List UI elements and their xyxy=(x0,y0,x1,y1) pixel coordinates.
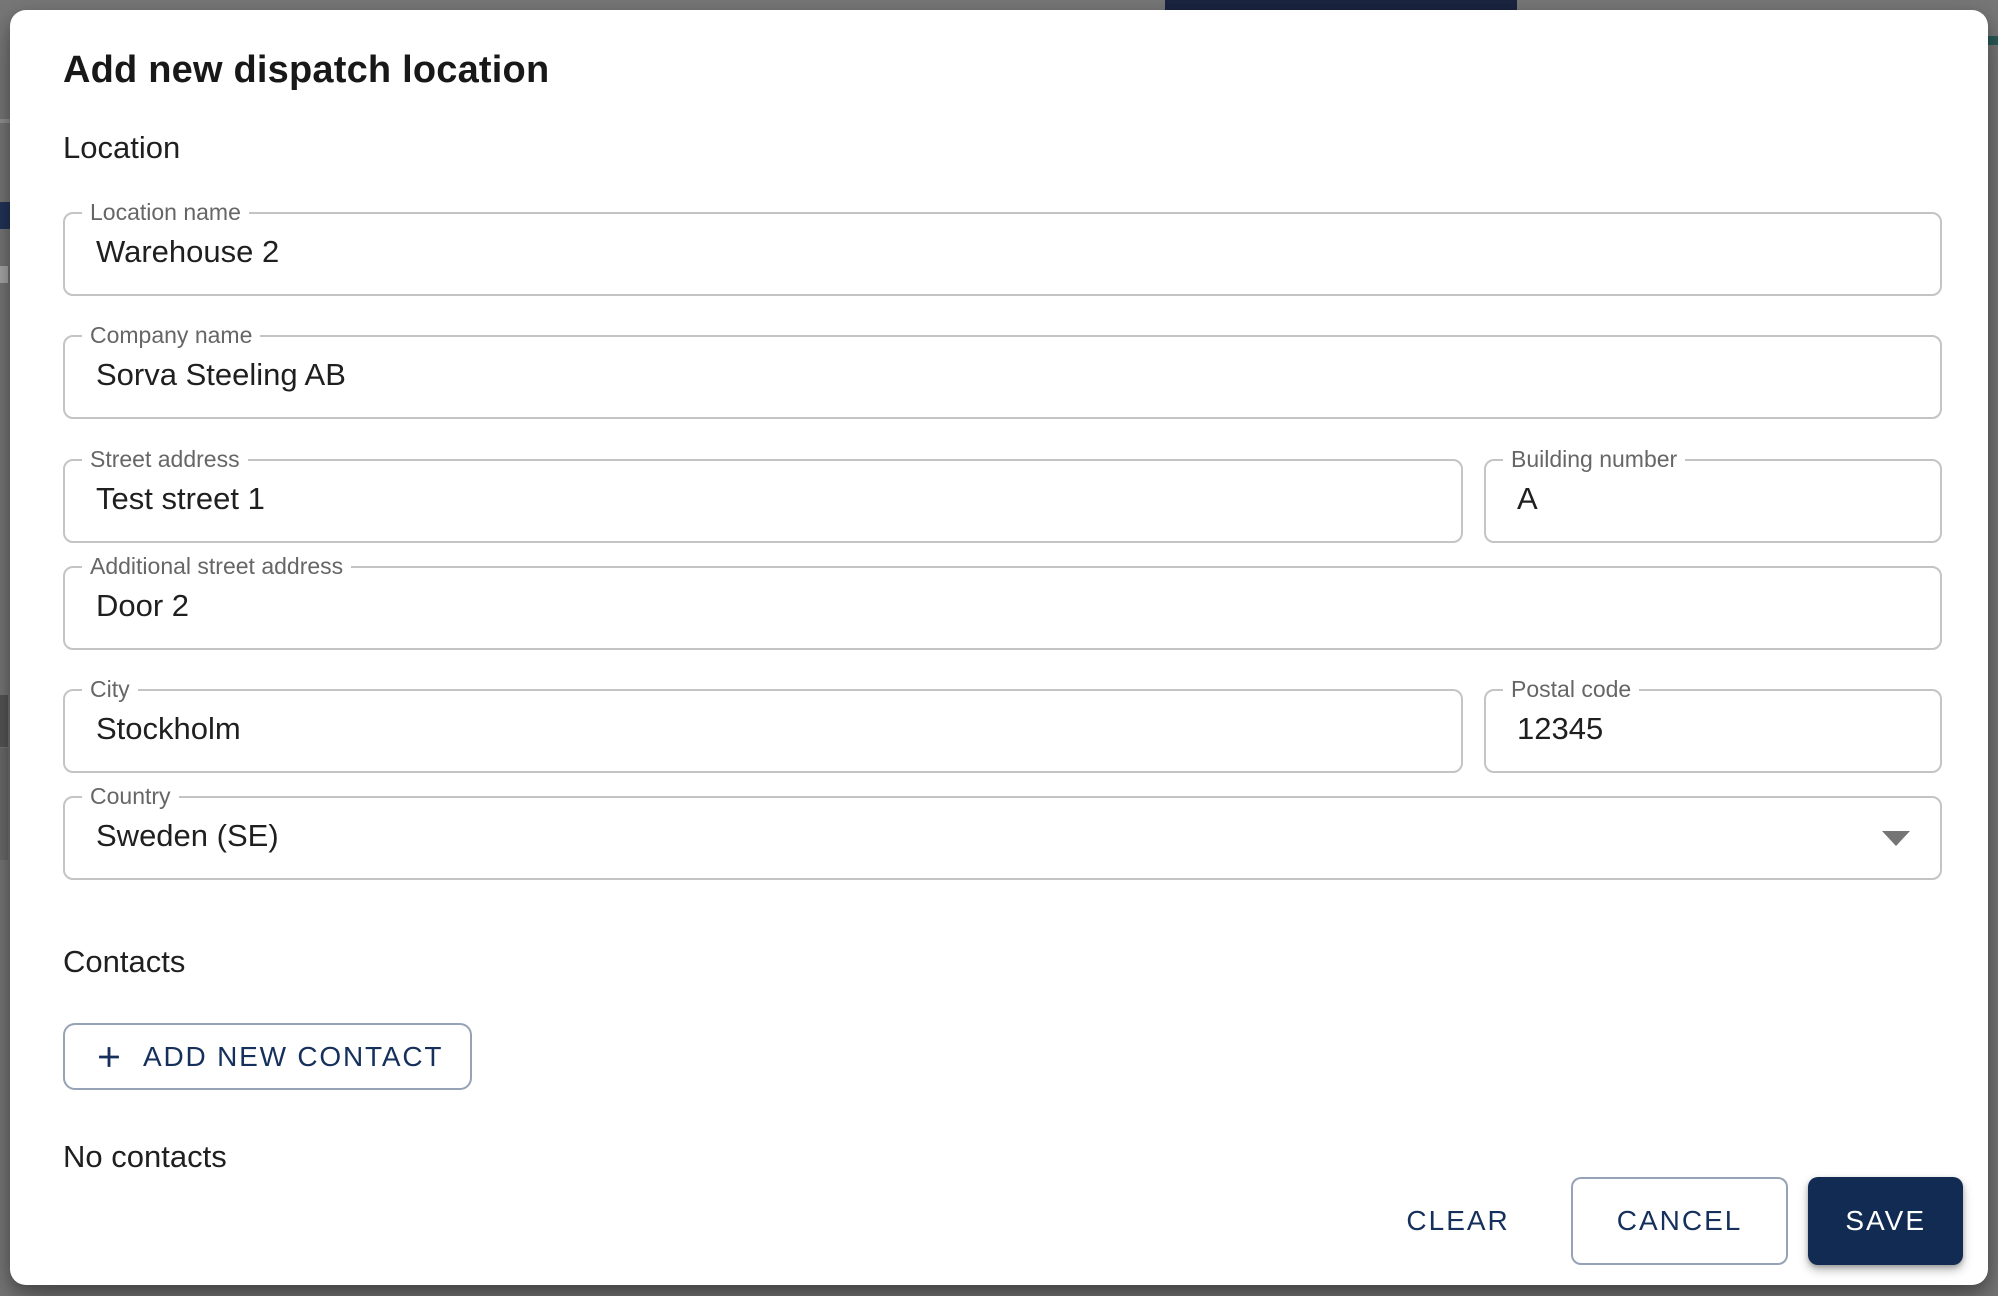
section-heading-contacts: Contacts xyxy=(63,944,186,979)
cancel-button[interactable]: CANCEL xyxy=(1570,1177,1789,1265)
street-address-input[interactable] xyxy=(63,458,1463,543)
page-remnant-left-light-text xyxy=(0,266,8,283)
location-name-input[interactable] xyxy=(63,212,1942,296)
add-new-contact-label: ADD NEW CONTACT xyxy=(143,1040,444,1072)
no-contacts-text: No contacts xyxy=(63,1139,227,1174)
screen: Add new dispatch location Location Locat… xyxy=(0,0,1998,1296)
dialog-title: Add new dispatch location xyxy=(63,49,550,91)
add-dispatch-location-dialog: Add new dispatch location Location Locat… xyxy=(10,10,1988,1285)
page-remnant-left-divider xyxy=(0,119,10,123)
additional-street-address-label: Additional street address xyxy=(82,552,352,579)
company-name-input[interactable] xyxy=(63,335,1942,420)
city-label: City xyxy=(82,675,138,702)
location-name-field: Location name xyxy=(63,199,1942,312)
page-remnant-left-dark-block xyxy=(0,695,8,747)
company-name-field: Company name xyxy=(63,322,1942,435)
page-remnant-top-navbar xyxy=(1165,0,1517,10)
country-select-value[interactable] xyxy=(63,795,1942,880)
country-select[interactable]: Country xyxy=(63,782,1942,896)
page-remnant-left-mid-block xyxy=(0,748,8,860)
additional-street-address-field: Additional street address xyxy=(63,552,1942,666)
city-field: City xyxy=(63,675,1463,773)
country-label: Country xyxy=(82,782,179,809)
building-number-field: Building number xyxy=(1484,445,1942,543)
plus-icon xyxy=(99,1046,119,1067)
page-remnant-left-navy-text xyxy=(0,202,10,229)
dialog-actions: CLEAR CANCEL SAVE xyxy=(63,1177,1963,1265)
street-address-label: Street address xyxy=(82,445,248,472)
company-name-label: Company name xyxy=(82,322,261,349)
page-remnant-teal-chip xyxy=(1988,36,1998,45)
location-name-label: Location name xyxy=(82,199,249,225)
add-new-contact-button[interactable]: ADD NEW CONTACT xyxy=(63,1023,473,1090)
building-number-label: Building number xyxy=(1503,445,1686,472)
clear-button[interactable]: CLEAR xyxy=(1382,1177,1533,1265)
save-button[interactable]: SAVE xyxy=(1808,1177,1963,1265)
city-input[interactable] xyxy=(63,688,1463,773)
postal-code-label: Postal code xyxy=(1503,675,1640,702)
section-heading-location: Location xyxy=(63,130,181,165)
postal-code-field: Postal code xyxy=(1484,675,1942,773)
street-address-field: Street address xyxy=(63,445,1463,543)
